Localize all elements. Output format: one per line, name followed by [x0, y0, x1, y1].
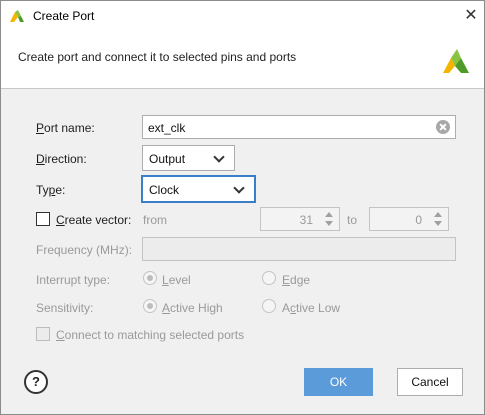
connect-matching-label[interactable]: Connect to matching selected ports [56, 328, 244, 342]
create-vector-checkbox[interactable] [36, 212, 50, 226]
close-icon[interactable]: ✕ [459, 4, 483, 28]
vector-from-value: 31 [299, 213, 313, 227]
port-name-label: Port name: [36, 121, 95, 135]
vector-from-spinner[interactable]: 31 [260, 207, 340, 231]
sensitivity-high-label[interactable]: Active High [162, 301, 223, 315]
sensitivity-low-radio[interactable] [262, 299, 276, 313]
create-vector-label[interactable]: Create vector: [56, 213, 131, 227]
type-value: Clock [149, 183, 180, 197]
spinner-arrows-icon[interactable] [433, 212, 443, 228]
sensitivity-high-radio[interactable] [143, 299, 157, 313]
chevron-down-icon [213, 151, 225, 163]
title-bar: Create Port ✕ [1, 1, 484, 32]
vector-to-spinner[interactable]: 0 [369, 207, 449, 231]
connect-matching-checkbox[interactable] [36, 327, 50, 341]
window-title: Create Port [33, 9, 95, 23]
type-label: Type: [36, 183, 66, 197]
interrupt-edge-radio[interactable] [262, 271, 276, 285]
vector-to-value: 0 [415, 213, 422, 227]
interrupt-level-label[interactable]: Level [162, 273, 191, 287]
vector-to-label: to [347, 213, 358, 227]
direction-value: Output [149, 152, 186, 166]
vector-from-label: from [143, 213, 167, 227]
ok-button[interactable]: OK [304, 368, 373, 396]
clear-icon[interactable] [436, 120, 450, 134]
port-name-value: ext_clk [148, 121, 186, 135]
vivado-app-icon [10, 10, 24, 22]
cancel-button[interactable]: Cancel [397, 368, 463, 396]
frequency-label: Frequency (MHz): [36, 243, 133, 257]
port-name-input[interactable]: ext_clk [142, 115, 456, 139]
create-port-dialog: Create Port ✕ Create port and connect it… [0, 0, 485, 415]
direction-select[interactable]: Output [142, 145, 235, 171]
interrupt-type-label: Interrupt type: [36, 273, 111, 287]
header-description: Create port and connect it to selected p… [18, 50, 297, 64]
type-select[interactable]: Clock [141, 175, 256, 203]
direction-label: Direction: [36, 152, 87, 166]
sensitivity-low-label[interactable]: Active Low [282, 301, 340, 315]
sensitivity-label: Sensitivity: [36, 301, 94, 315]
help-icon[interactable]: ? [24, 370, 48, 394]
vivado-logo-icon [443, 49, 469, 73]
spinner-arrows-icon[interactable] [324, 212, 334, 228]
dialog-header: Create port and connect it to selected p… [1, 32, 484, 89]
frequency-input[interactable] [142, 237, 456, 261]
chevron-down-icon [233, 182, 245, 194]
interrupt-level-radio[interactable] [143, 271, 157, 285]
interrupt-edge-label[interactable]: Edge [282, 273, 310, 287]
